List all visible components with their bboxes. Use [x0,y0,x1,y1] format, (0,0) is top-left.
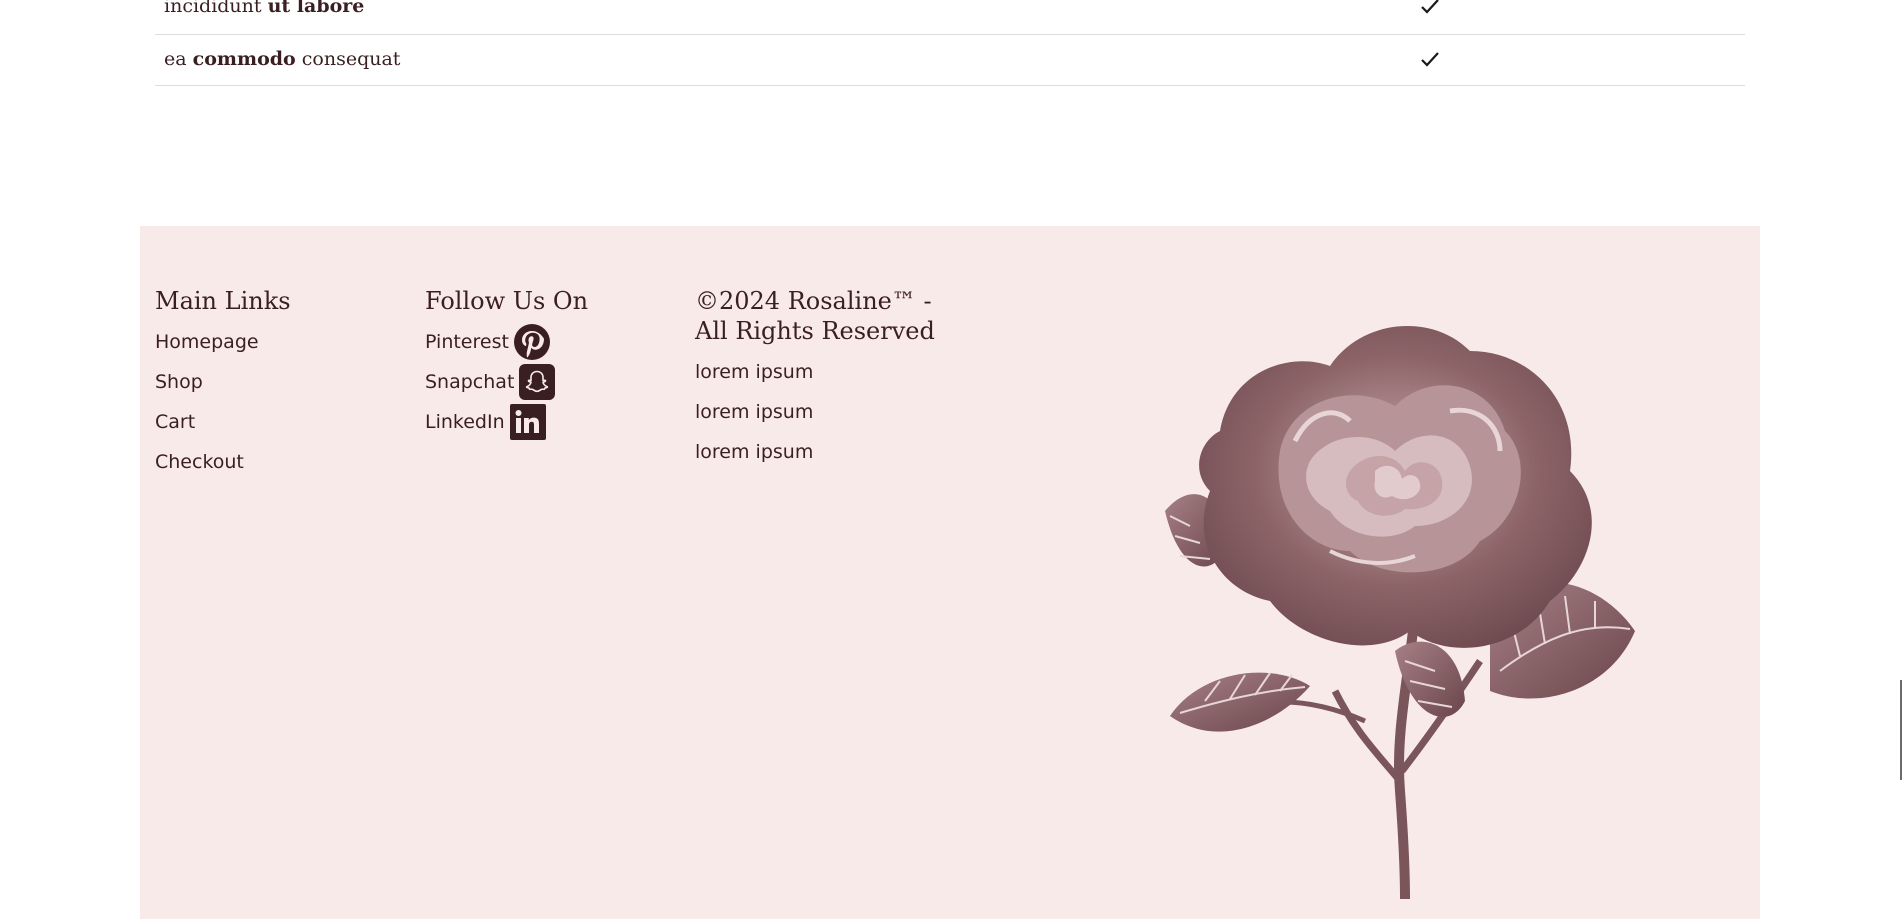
follow-column: Follow Us On Pinterest Snapchat LinkedIn [425,286,665,442]
footer-link-checkout[interactable]: Checkout [155,442,395,482]
footer-link-cart[interactable]: Cart [155,402,395,442]
rose-illustration [1165,325,1635,900]
feature-table: incididunt ut labore ea commodo consequa… [155,0,1745,86]
table-row: incididunt ut labore [155,0,1745,35]
footer-text-item[interactable]: lorem ipsum [695,432,955,472]
social-link-pinterest[interactable]: Pinterest [425,322,665,362]
footer-link-homepage[interactable]: Homepage [155,322,395,362]
main-links-heading: Main Links [155,287,291,315]
table-row: ea commodo consequat [155,35,1745,86]
footer-text-item[interactable]: lorem ipsum [695,392,955,432]
check-icon [1421,0,1439,14]
social-link-snapchat[interactable]: Snapchat [425,362,665,402]
copyright-column: ©2024 Rosaline™ - All Rights Reserved lo… [695,286,955,472]
pinterest-icon[interactable] [513,324,550,360]
site-footer: Main Links Homepage Shop Cart Checkout F… [140,226,1760,919]
footer-text-item[interactable]: lorem ipsum [695,352,955,392]
footer-link-shop[interactable]: Shop [155,362,395,402]
snapchat-icon[interactable] [519,364,556,400]
check-icon [1421,52,1439,67]
main-links-column: Main Links Homepage Shop Cart Checkout [155,286,395,482]
follow-heading: Follow Us On [425,287,589,315]
copyright-heading: ©2024 Rosaline™ - All Rights Reserved [695,287,935,345]
row-label: incididunt ut labore [164,0,365,17]
social-link-linkedin[interactable]: LinkedIn [425,402,665,442]
linkedin-icon[interactable] [509,404,546,440]
row-label: ea commodo consequat [164,48,401,70]
